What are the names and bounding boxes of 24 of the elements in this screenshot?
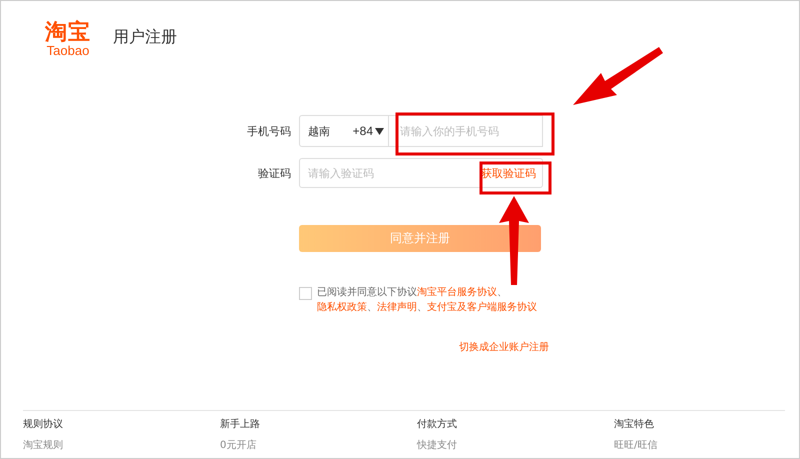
agreement-link[interactable]: 法律声明 xyxy=(377,302,417,313)
footer-heading: 付款方式 xyxy=(417,418,458,431)
phone-field[interactable]: 请输入你的手机号码 xyxy=(389,115,543,147)
phone-label: 手机号码 xyxy=(246,124,292,138)
submit-button[interactable]: 同意并注册 xyxy=(299,225,541,252)
agreement-link[interactable]: 支付宝及客户端服务协议 xyxy=(427,302,537,313)
agreement-text: 已阅读并同意以下协议淘宝平台服务协议、 隐私权政策、法律声明、支付宝及客户端服务协议 xyxy=(317,286,538,315)
footer-heading: 规则协议 xyxy=(23,418,64,431)
footer-link[interactable]: 0元开店 xyxy=(220,438,417,452)
highlight-frame xyxy=(480,162,552,194)
country-select[interactable]: 越南 +84 xyxy=(299,115,389,147)
footer-heading: 新手上路 xyxy=(220,418,261,431)
footer-link[interactable]: 旺旺/旺信 xyxy=(614,438,799,452)
agreement-link[interactable]: 隐私权政策 xyxy=(317,302,367,313)
caret-icon xyxy=(375,128,384,134)
agreement-link[interactable]: 淘宝平台服务协议 xyxy=(417,287,497,298)
footer-link[interactable]: 淘宝规则 xyxy=(23,438,220,452)
agreement-checkbox[interactable] xyxy=(299,287,312,300)
enterprise-register-link[interactable]: 切换成企业账户注册 xyxy=(459,340,549,354)
taobao-logo: 淘宝 Taobao xyxy=(45,22,91,56)
page-title: 用户注册 xyxy=(113,26,177,48)
code-label: 验证码 xyxy=(257,166,292,180)
footer-link[interactable]: 快捷支付 xyxy=(417,438,614,452)
footer-heading: 淘宝特色 xyxy=(614,418,655,431)
